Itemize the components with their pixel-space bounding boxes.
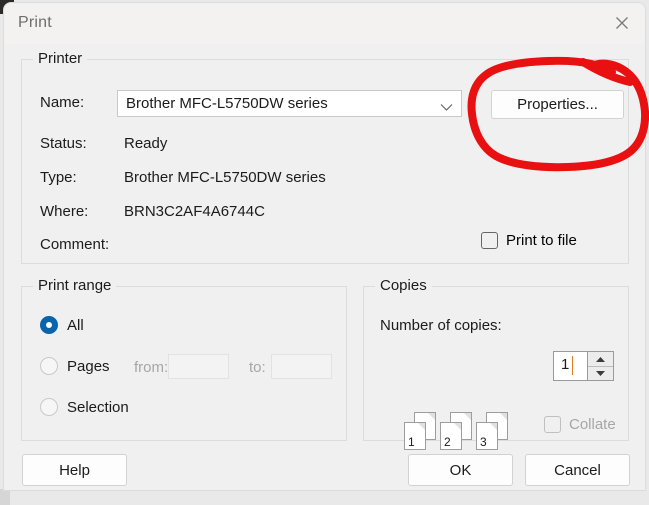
page-fold-icon (418, 423, 425, 430)
print-range-group-label: Print range (33, 277, 117, 294)
page-fold-icon (500, 413, 507, 420)
page-icon-front: 1 (404, 422, 426, 450)
properties-button[interactable]: Properties... (491, 90, 624, 119)
collate-page-pair: 2 2 (439, 410, 473, 452)
triangle-down-icon[interactable] (588, 366, 613, 380)
pages-from-input[interactable] (168, 354, 229, 379)
collate-checkbox[interactable] (544, 416, 561, 433)
window-title: Print (18, 14, 52, 31)
print-to-file-label: Print to file (506, 232, 577, 249)
page-fold-icon (490, 423, 497, 430)
help-button[interactable]: Help (22, 454, 127, 486)
page-fold-icon (464, 413, 471, 420)
printer-name-combobox[interactable]: Brother MFC-L5750DW series (117, 90, 462, 117)
close-icon[interactable] (599, 3, 645, 43)
desktop-corner-light (0, 489, 10, 505)
pages-from-label: from: (134, 359, 169, 376)
printer-group-label: Printer (33, 50, 88, 67)
pages-to-input[interactable] (271, 354, 332, 379)
page-icon-front: 2 (440, 422, 462, 450)
radio-selection-label: Selection (67, 398, 129, 416)
collate-page-pair: 3 3 (475, 410, 509, 452)
printer-status-value: Ready (124, 135, 168, 152)
cancel-button[interactable]: Cancel (525, 454, 630, 486)
triangle-up-icon[interactable] (588, 352, 613, 367)
printer-name-value: Brother MFC-L5750DW series (126, 95, 328, 112)
printer-name-label: Name: (40, 94, 85, 111)
page-number: 1 (408, 435, 415, 449)
printer-comment-label: Comment: (40, 236, 110, 253)
collate-row[interactable]: Collate (544, 416, 616, 433)
page-icon-front: 3 (476, 422, 498, 450)
title-bar: Print (4, 3, 645, 45)
radio-pages-label: Pages (67, 357, 110, 375)
number-of-copies-label: Number of copies: (380, 317, 502, 334)
number-of-copies-spinner[interactable]: 1 (553, 351, 614, 381)
printer-status-label: Status: (40, 135, 87, 152)
spinner-buttons[interactable] (587, 352, 613, 380)
page-fold-icon (428, 413, 435, 420)
radio-pages[interactable] (40, 357, 58, 375)
radio-all[interactable] (40, 316, 58, 334)
print-dialog-window: Print Printer Name: Brother MFC-L5750DW … (4, 3, 645, 490)
copies-group-label: Copies (375, 277, 432, 294)
radio-selection-row[interactable]: Selection (40, 398, 129, 416)
collate-illustration: 1 1 2 2 3 (403, 410, 509, 452)
page-number: 2 (444, 435, 451, 449)
radio-all-row[interactable]: All (40, 316, 84, 334)
printer-type-value: Brother MFC-L5750DW series (124, 169, 326, 186)
text-caret (572, 356, 573, 375)
collate-page-pair: 1 1 (403, 410, 437, 452)
printer-where-value: BRN3C2AF4A6744C (124, 203, 265, 220)
pages-to-label: to: (249, 359, 266, 376)
chevron-down-icon[interactable] (440, 99, 453, 117)
printer-where-label: Where: (40, 203, 89, 220)
radio-pages-row[interactable]: Pages (40, 357, 110, 375)
ok-button[interactable]: OK (408, 454, 513, 486)
page-number: 3 (480, 435, 487, 449)
radio-selection[interactable] (40, 398, 58, 416)
collate-label: Collate (569, 416, 616, 433)
printer-type-label: Type: (40, 169, 77, 186)
dialog-body: Printer Name: Brother MFC-L5750DW series… (4, 44, 645, 490)
print-to-file-row[interactable]: Print to file (481, 232, 577, 249)
radio-all-label: All (67, 316, 84, 334)
print-to-file-checkbox[interactable] (481, 232, 498, 249)
page-fold-icon (454, 423, 461, 430)
number-of-copies-value[interactable]: 1 (561, 356, 569, 373)
